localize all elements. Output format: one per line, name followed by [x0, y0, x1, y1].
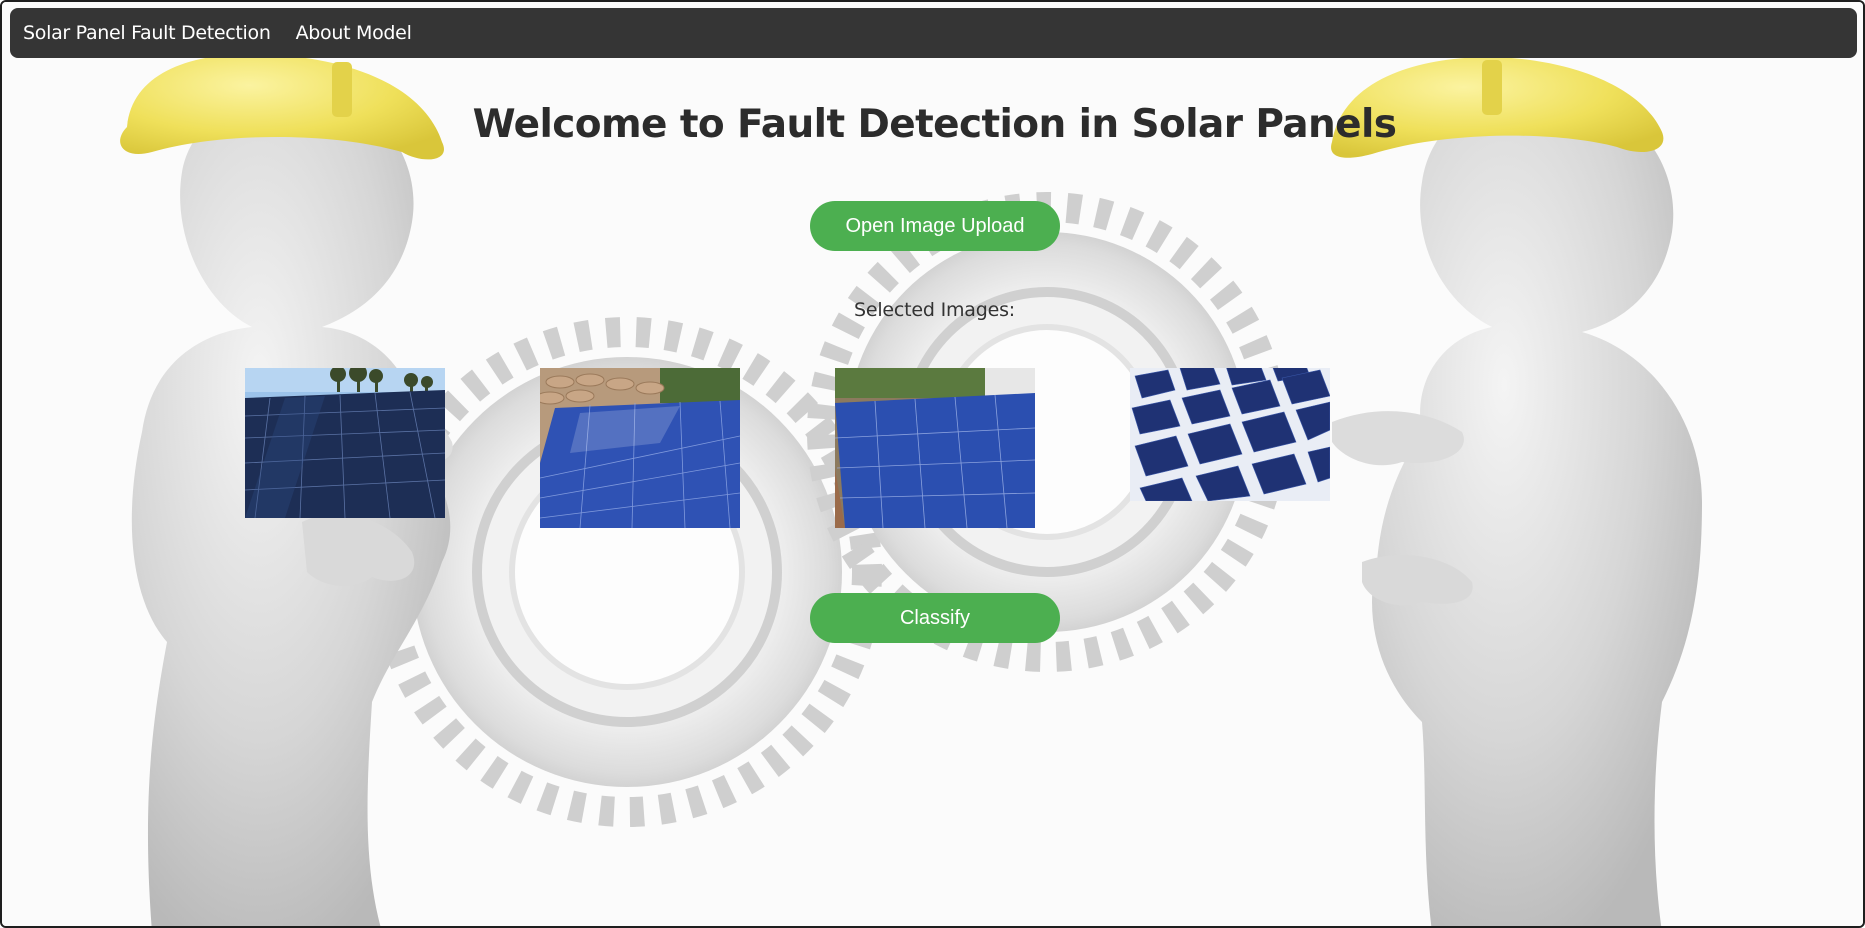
top-navbar: Solar Panel Fault Detection About Model	[10, 8, 1857, 58]
classify-button[interactable]: Classify	[810, 593, 1060, 643]
page-title: Welcome to Fault Detection in Solar Pane…	[472, 102, 1397, 147]
nav-link-home[interactable]: Solar Panel Fault Detection	[23, 22, 271, 44]
selected-image-thumbnail	[835, 368, 1035, 528]
selected-images-label: Selected Images:	[853, 299, 1015, 321]
selected-image-thumbnail	[1130, 368, 1330, 501]
app-window: Solar Panel Fault Detection About Model …	[0, 0, 1865, 928]
nav-link-about-model[interactable]: About Model	[296, 22, 412, 44]
open-image-upload-button[interactable]: Open Image Upload	[810, 201, 1060, 251]
selected-image-thumbnail	[540, 368, 740, 528]
selected-image-thumbnail	[245, 368, 445, 518]
